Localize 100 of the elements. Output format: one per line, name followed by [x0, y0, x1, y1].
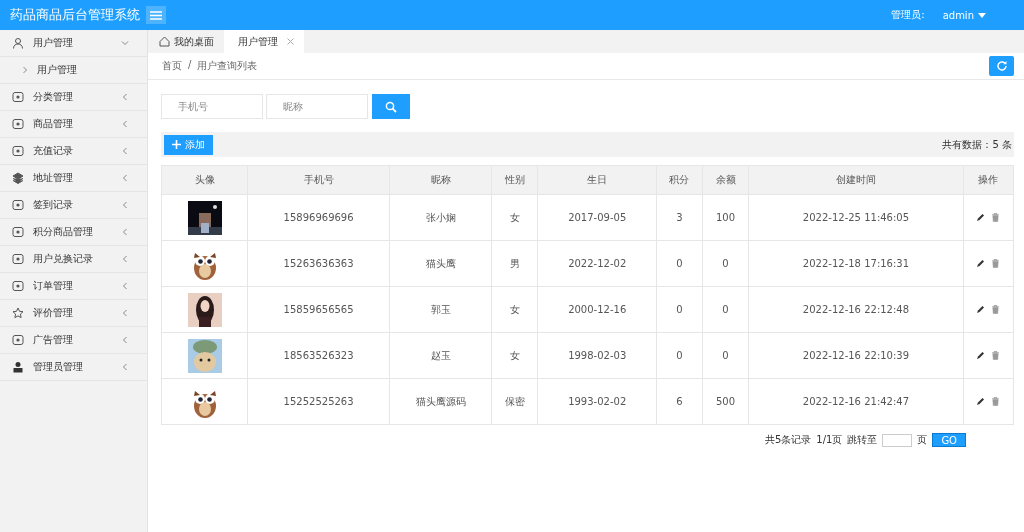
record-count: 共有数据：5 条 [942, 137, 1012, 152]
sidebar-item[interactable]: 用户兑换记录 [0, 246, 147, 273]
menu-item-icon [12, 118, 24, 130]
sidebar-item[interactable]: 充值记录 [0, 138, 147, 165]
table-cell: 猫头鹰源码 [389, 378, 492, 425]
search-field[interactable]: 昵称 [266, 94, 368, 119]
sidebar-item[interactable]: 用户管理 [0, 30, 147, 57]
table-cell: 男 [491, 240, 538, 287]
table-cell: 15252525263 [247, 378, 390, 425]
table-cell: 0 [656, 240, 703, 287]
page-suffix: 页 [917, 433, 928, 447]
search-icon [385, 100, 397, 113]
menu-item-icon [12, 334, 24, 346]
edit-icon[interactable] [976, 351, 986, 360]
menu-item-icon [12, 361, 24, 373]
sidebar-item[interactable]: 商品管理 [0, 111, 147, 138]
sidebar-item[interactable]: 分类管理 [0, 84, 147, 111]
table-cell: 15859656565 [247, 286, 390, 333]
breadcrumb-item[interactable]: 首页 [162, 59, 182, 73]
menu-item-icon [12, 307, 24, 319]
sidebar-subitem[interactable]: 用户管理 [0, 57, 147, 84]
table-cell: 0 [702, 286, 749, 333]
menu-item-icon [12, 91, 24, 103]
table-cell: 15896969696 [247, 194, 390, 241]
column-header: 性别 [491, 165, 538, 195]
table-cell: 0 [656, 332, 703, 379]
user-role-label: 管理员: [891, 8, 925, 22]
table-cell: 2000-12-16 [538, 286, 657, 333]
edit-icon[interactable] [976, 213, 986, 222]
sidebar-item[interactable]: 广告管理 [0, 327, 147, 354]
refresh-button[interactable] [989, 56, 1014, 76]
table-cell: 500 [702, 378, 749, 425]
delete-icon[interactable] [991, 259, 1001, 268]
column-header: 操作 [963, 165, 1014, 195]
table-cell: 保密 [491, 378, 538, 425]
column-header: 昵称 [389, 165, 492, 195]
page-summary: 共5条记录 [764, 433, 812, 447]
table-cell: 100 [702, 194, 749, 241]
page-count: 1/1页 [816, 433, 843, 447]
caret-icon [978, 12, 986, 18]
menu-item-icon [12, 172, 24, 184]
plus-icon [172, 140, 181, 149]
table-cell: 2022-12-02 [538, 240, 657, 287]
delete-icon[interactable] [991, 213, 1001, 222]
menu-toggle-button[interactable] [146, 6, 166, 24]
sidebar-item[interactable]: 签到记录 [0, 192, 147, 219]
table-cell: 2022-12-16 21:42:47 [748, 378, 964, 425]
menu-item-icon [12, 253, 24, 265]
sidebar-item[interactable]: 评价管理 [0, 300, 147, 327]
menu-item-icon [12, 280, 24, 292]
search-button[interactable] [372, 94, 410, 119]
column-header: 生日 [538, 165, 657, 195]
menu-item-icon [12, 199, 24, 211]
page-input[interactable] [882, 433, 913, 447]
delete-icon[interactable] [991, 305, 1001, 314]
sidebar-item[interactable]: 管理员管理 [0, 354, 147, 381]
table-cell: 2022-12-25 11:46:05 [748, 194, 964, 241]
table-cell: 0 [702, 332, 749, 379]
table-cell: 女 [491, 286, 538, 333]
app-title: 药品商品后台管理系统 [9, 6, 141, 24]
delete-icon[interactable] [991, 351, 1001, 360]
table-cell: 郭玉 [389, 286, 492, 333]
jump-label: 跳转至 [847, 433, 878, 447]
column-header: 余额 [702, 165, 749, 195]
table-cell: 2022-12-18 17:16:31 [748, 240, 964, 287]
sidebar-item[interactable]: 积分商品管理 [0, 219, 147, 246]
table-cell: 2017-09-05 [538, 194, 657, 241]
search-field[interactable]: 手机号 [161, 94, 263, 119]
breadcrumb-item: 用户查询列表 [197, 59, 258, 73]
table-cell: 15263636363 [247, 240, 390, 287]
menu-item-icon [12, 37, 24, 49]
refresh-icon [995, 60, 1008, 72]
table-cell: 2022-12-16 22:12:48 [748, 286, 964, 333]
sidebar-item[interactable]: 订单管理 [0, 273, 147, 300]
tab[interactable]: 我的桌面 [155, 30, 224, 53]
table-cell: 0 [656, 286, 703, 333]
table-cell: 18563526323 [247, 332, 390, 379]
menu-item-icon [12, 226, 24, 238]
table-cell: 2022-12-16 22:10:39 [748, 332, 964, 379]
table-cell: 6 [656, 378, 703, 425]
home-icon [159, 36, 170, 47]
tab[interactable]: 用户管理 [224, 30, 304, 53]
close-icon[interactable] [287, 38, 294, 45]
table-cell: 1998-02-03 [538, 332, 657, 379]
column-header: 头像 [161, 165, 248, 195]
table-cell: 猫头鹰 [389, 240, 492, 287]
table-cell: 女 [491, 194, 538, 241]
sidebar-item[interactable]: 地址管理 [0, 165, 147, 192]
table-cell: 0 [702, 240, 749, 287]
delete-icon[interactable] [991, 397, 1001, 406]
menu-item-icon [12, 145, 24, 157]
edit-icon[interactable] [976, 397, 986, 406]
chevron-right-icon [22, 66, 28, 74]
table-cell: 3 [656, 194, 703, 241]
column-header: 创建时间 [748, 165, 964, 195]
breadcrumb-separator: / [188, 59, 192, 72]
edit-icon[interactable] [976, 305, 986, 314]
edit-icon[interactable] [976, 259, 986, 268]
menu-icon [150, 10, 162, 20]
table-cell: 女 [491, 332, 538, 379]
